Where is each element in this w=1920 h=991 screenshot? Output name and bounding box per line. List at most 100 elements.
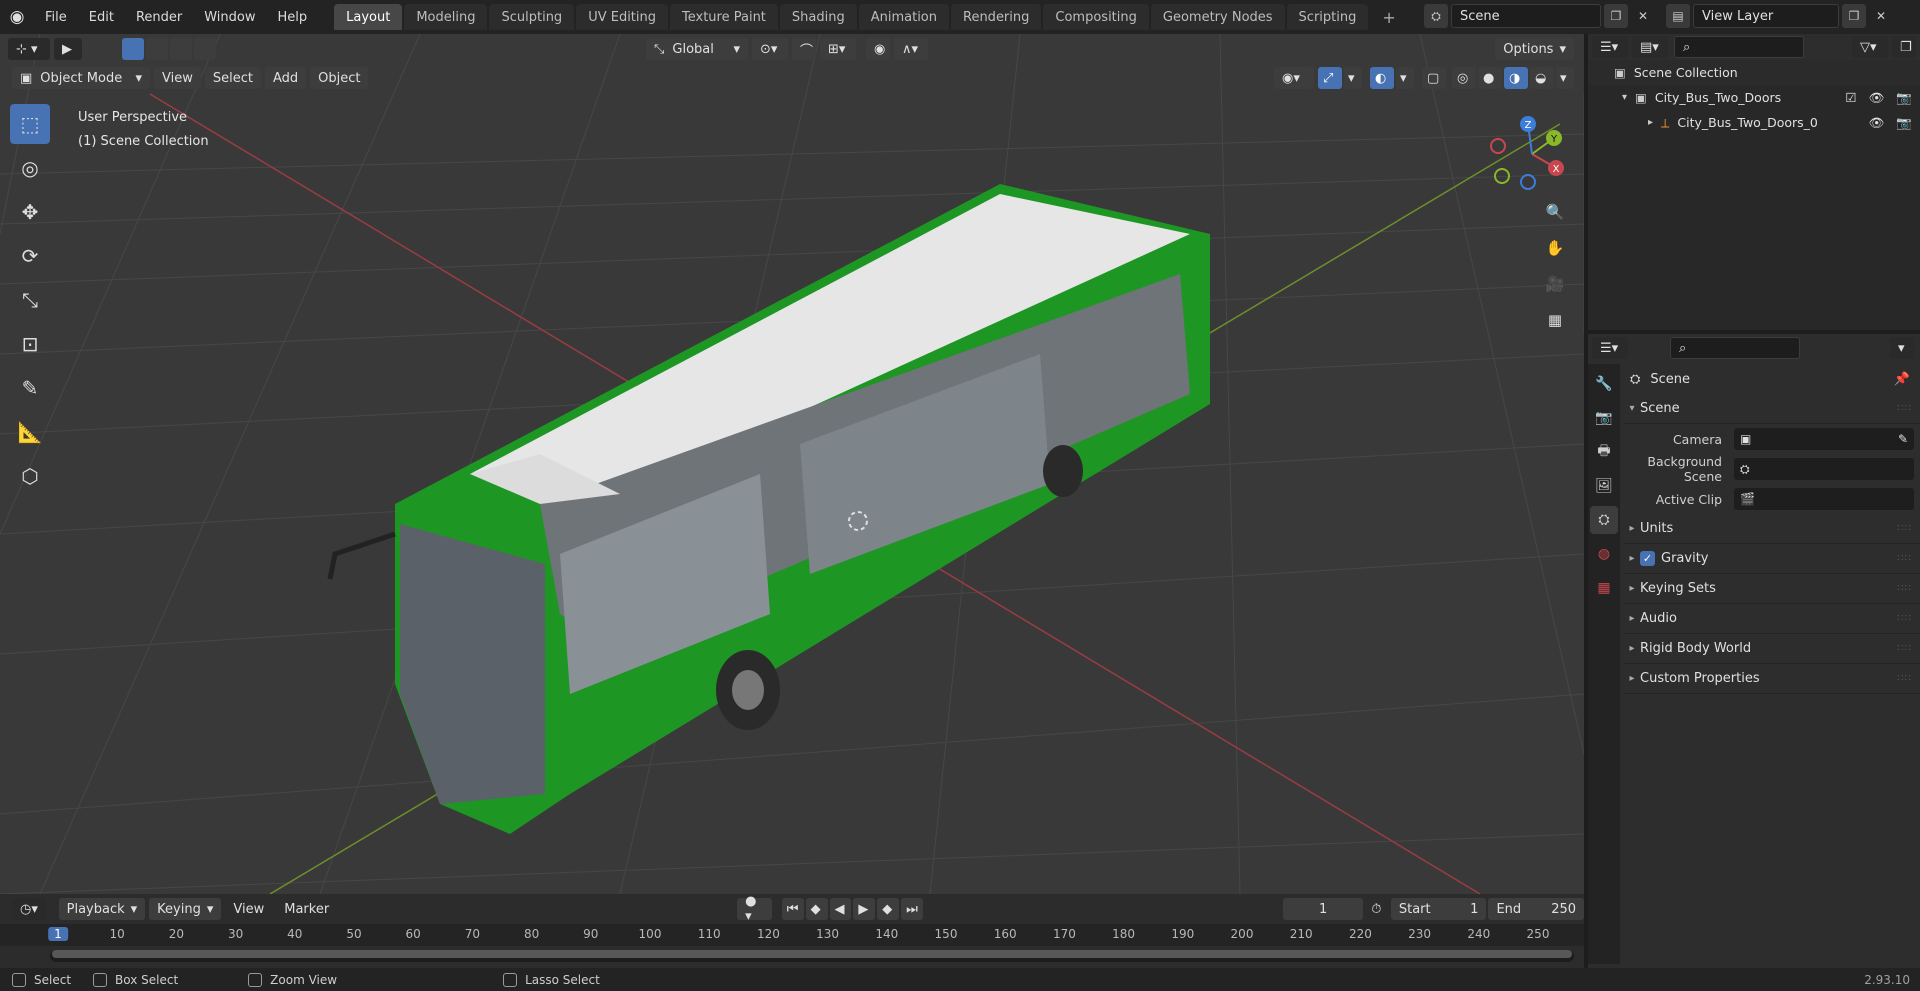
keying-sets-panel[interactable]: ▸ Keying Sets ∷∷ bbox=[1624, 574, 1920, 604]
menu-edit[interactable]: Edit bbox=[78, 10, 125, 25]
mode-dropdown[interactable]: ▣ Object Mode ▾ bbox=[12, 67, 150, 89]
add-workspace-icon[interactable]: + bbox=[1370, 4, 1407, 30]
jump-end-icon[interactable]: ⏭ bbox=[901, 898, 923, 920]
overlay-dropdown-icon[interactable]: ▾ bbox=[1396, 67, 1414, 89]
rotate-tool-icon[interactable]: ⟳ bbox=[10, 236, 50, 276]
wireframe-shading-icon[interactable]: ◎ bbox=[1452, 67, 1476, 89]
new-scene-icon[interactable]: ❐ bbox=[1604, 4, 1628, 28]
camera-render-icon[interactable]: 📷 bbox=[1896, 90, 1912, 106]
options-dropdown[interactable]: Options ▾ bbox=[1495, 38, 1574, 60]
timeline-menu-view[interactable]: View bbox=[225, 898, 272, 920]
tab-modeling[interactable]: Modeling bbox=[404, 4, 488, 30]
audio-panel[interactable]: ▸ Audio ∷∷ bbox=[1624, 604, 1920, 634]
menu-window[interactable]: Window bbox=[193, 10, 266, 25]
scene-tab-icon[interactable]: ⛭ bbox=[1590, 506, 1618, 534]
outliner-editor-type-icon[interactable]: ☰▾ bbox=[1592, 36, 1628, 58]
transform-tool-icon[interactable]: ⊡ bbox=[10, 324, 50, 364]
xray-icon[interactable]: ▢ bbox=[1422, 67, 1446, 89]
gravity-panel[interactable]: ▸ ✓ Gravity ∷∷ bbox=[1624, 544, 1920, 574]
scene-panel-header[interactable]: ▾ Scene ∷∷ bbox=[1624, 394, 1920, 424]
rigid-body-world-panel[interactable]: ▸ Rigid Body World ∷∷ bbox=[1624, 634, 1920, 664]
scrollbar-thumb[interactable] bbox=[52, 950, 1572, 958]
view-layer-icon[interactable]: ▤ bbox=[1666, 4, 1690, 28]
snap-target-icon[interactable]: ⊞▾ bbox=[820, 38, 856, 60]
timeline-scrollbar[interactable] bbox=[50, 950, 1574, 962]
tab-rendering[interactable]: Rendering bbox=[951, 4, 1042, 30]
add-cube-tool-icon[interactable]: ⬡ bbox=[10, 456, 50, 496]
output-tab-icon[interactable]: 🖶 bbox=[1590, 438, 1618, 466]
units-panel[interactable]: ▸ Units ∷∷ bbox=[1624, 514, 1920, 544]
properties-options-icon[interactable]: ▾ bbox=[1890, 337, 1914, 359]
drag-handle-icon[interactable]: ∷∷ bbox=[1897, 673, 1912, 684]
tab-shading[interactable]: Shading bbox=[779, 4, 857, 30]
pan-hand-icon[interactable]: ✋ bbox=[1541, 234, 1569, 262]
delete-view-layer-icon[interactable]: ✕ bbox=[1869, 4, 1893, 28]
tab-animation[interactable]: Animation bbox=[858, 4, 949, 30]
jump-keyframe-forward-icon[interactable]: ◆ bbox=[877, 898, 900, 920]
cursor-tool-icon[interactable]: ◎ bbox=[10, 148, 50, 188]
properties-search-input[interactable]: ⌕ bbox=[1670, 337, 1800, 359]
outliner-scene-collection[interactable]: ▣ Scene Collection bbox=[1588, 60, 1920, 85]
frame-ruler[interactable]: 1 10 20 30 40 50 60 70 80 90 100 110 120 130 140 150 160… bbox=[0, 924, 1584, 946]
scale-tool-icon[interactable]: ⤡ bbox=[10, 280, 50, 320]
menu-view[interactable]: View bbox=[154, 67, 201, 89]
proportional-edit-icon[interactable]: ◉ bbox=[866, 38, 890, 60]
tab-geometry-nodes[interactable]: Geometry Nodes bbox=[1150, 4, 1285, 30]
active-clip-field[interactable]: 🎬 bbox=[1734, 488, 1914, 510]
keying-dropdown[interactable]: Keying ▾ bbox=[149, 898, 222, 920]
select-box-mode-icon[interactable] bbox=[122, 38, 144, 60]
ortho-grid-icon[interactable]: ▦ bbox=[1541, 306, 1569, 334]
menu-add[interactable]: Add bbox=[264, 67, 307, 89]
select-tool-icon[interactable]: ⬚ bbox=[10, 104, 50, 144]
exclude-checkbox-icon[interactable]: ☑ bbox=[1845, 90, 1856, 106]
filter-icon[interactable]: ▽▾ bbox=[1852, 36, 1888, 58]
auto-keying-icon[interactable]: ● ▾ bbox=[737, 894, 772, 924]
properties-editor-type-icon[interactable]: ☰▾ bbox=[1592, 337, 1628, 359]
current-frame-field[interactable]: 1 bbox=[1282, 898, 1364, 920]
tab-compositing[interactable]: Compositing bbox=[1043, 4, 1149, 30]
select-subtract-icon[interactable] bbox=[170, 38, 192, 60]
eye-icon[interactable]: 👁 bbox=[1869, 115, 1885, 131]
snap-icon[interactable]: ⌒ bbox=[792, 38, 816, 60]
menu-render[interactable]: Render bbox=[125, 10, 193, 25]
drag-handle-icon[interactable]: ∷∷ bbox=[1897, 613, 1912, 624]
playback-dropdown[interactable]: Playback ▾ bbox=[58, 898, 146, 920]
annotate-tool-icon[interactable]: ✎ bbox=[10, 368, 50, 408]
timeline-editor-type-icon[interactable]: ◷▾ bbox=[12, 898, 47, 920]
timeline-menu-marker[interactable]: Marker bbox=[276, 898, 337, 920]
scene-icon[interactable]: ⛭ bbox=[1424, 4, 1448, 28]
expand-arrow-icon[interactable]: ▸ bbox=[1648, 117, 1653, 128]
play-reverse-icon[interactable]: ◀ bbox=[829, 898, 852, 920]
zoom-icon[interactable]: 🔍 bbox=[1541, 198, 1569, 226]
delete-scene-icon[interactable]: ✕ bbox=[1631, 4, 1655, 28]
gravity-checkbox[interactable]: ✓ bbox=[1640, 551, 1655, 566]
drag-handle-icon[interactable]: ∷∷ bbox=[1897, 403, 1912, 414]
scene-field[interactable]: Scene bbox=[1451, 4, 1601, 28]
world-tab-icon[interactable]: ◍ bbox=[1590, 540, 1618, 568]
start-frame-field[interactable]: Start 1 bbox=[1390, 898, 1487, 920]
custom-properties-panel[interactable]: ▸ Custom Properties ∷∷ bbox=[1624, 664, 1920, 694]
material-preview-icon[interactable]: ◑ bbox=[1504, 67, 1528, 89]
blender-logo-icon[interactable]: ◉ bbox=[0, 0, 34, 34]
menu-file[interactable]: File bbox=[34, 10, 78, 25]
menu-help[interactable]: Help bbox=[267, 10, 319, 25]
drag-handle-icon[interactable]: ∷∷ bbox=[1897, 583, 1912, 594]
select-intersect-icon[interactable] bbox=[194, 38, 216, 60]
tab-sculpting[interactable]: Sculpting bbox=[489, 4, 575, 30]
jump-keyframe-back-icon[interactable]: ◆ bbox=[805, 898, 828, 920]
display-mode-icon[interactable]: ▤▾ bbox=[1632, 36, 1668, 58]
tool-tab-icon[interactable]: 🔧 bbox=[1590, 370, 1618, 398]
expand-arrow-icon[interactable]: ▾ bbox=[1622, 92, 1627, 103]
drag-handle-icon[interactable]: ∷∷ bbox=[1897, 553, 1912, 564]
drag-handle-icon[interactable]: ∷∷ bbox=[1897, 523, 1912, 534]
rendered-shading-icon[interactable]: ◒ bbox=[1530, 67, 1554, 89]
select-extend-icon[interactable] bbox=[146, 38, 168, 60]
camera-render-icon[interactable]: 📷 bbox=[1896, 115, 1912, 131]
render-tab-icon[interactable]: 📷 bbox=[1590, 404, 1618, 432]
falloff-icon[interactable]: ∧▾ bbox=[894, 38, 928, 60]
navigation-gizmo[interactable]: X Y Z bbox=[1484, 106, 1580, 202]
tab-layout[interactable]: Layout bbox=[334, 4, 403, 30]
new-view-layer-icon[interactable]: ❐ bbox=[1842, 4, 1866, 28]
pivot-point-icon[interactable]: ⊙▾ bbox=[752, 38, 788, 60]
pin-icon[interactable]: 📌 bbox=[1894, 372, 1910, 387]
